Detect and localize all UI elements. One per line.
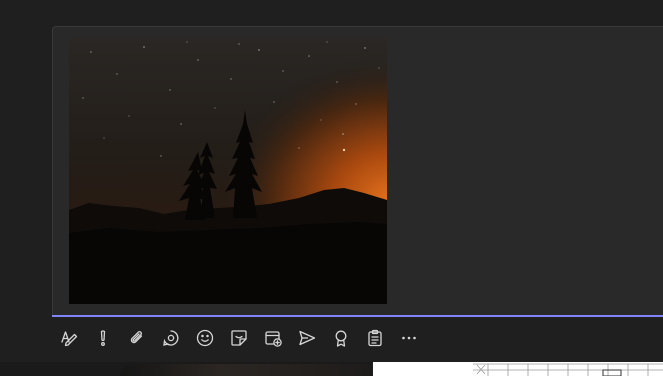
stream-button[interactable] [290, 322, 324, 354]
background-photo [120, 364, 370, 376]
more-options-button[interactable] [392, 322, 426, 354]
stream-icon [299, 330, 316, 346]
schedule-meeting-icon [265, 331, 282, 347]
compose-toolbar [52, 322, 426, 354]
emoji-icon [196, 329, 214, 347]
format-icon [61, 331, 78, 347]
forms-button[interactable] [358, 322, 392, 354]
attach-icon [130, 331, 143, 344]
attach-button[interactable] [120, 322, 154, 354]
praise-button[interactable] [324, 322, 358, 354]
praise-icon [335, 330, 347, 347]
background-content-strip [0, 362, 663, 376]
emoji-button[interactable] [188, 322, 222, 354]
important-button[interactable] [86, 322, 120, 354]
night-sky-photo [69, 38, 387, 304]
format-button[interactable] [52, 322, 86, 354]
schedule-meeting-button[interactable] [256, 322, 290, 354]
more-options-icon [402, 336, 416, 340]
sticker-icon [231, 330, 247, 346]
forms-icon [368, 329, 382, 347]
message-compose-box[interactable] [52, 26, 663, 316]
loop-button[interactable] [154, 322, 188, 354]
important-icon [100, 330, 106, 346]
loop-icon [163, 330, 179, 346]
attached-image[interactable] [69, 38, 387, 304]
background-document [373, 362, 663, 376]
compose-focus-indicator [52, 315, 663, 317]
sticker-button[interactable] [222, 322, 256, 354]
